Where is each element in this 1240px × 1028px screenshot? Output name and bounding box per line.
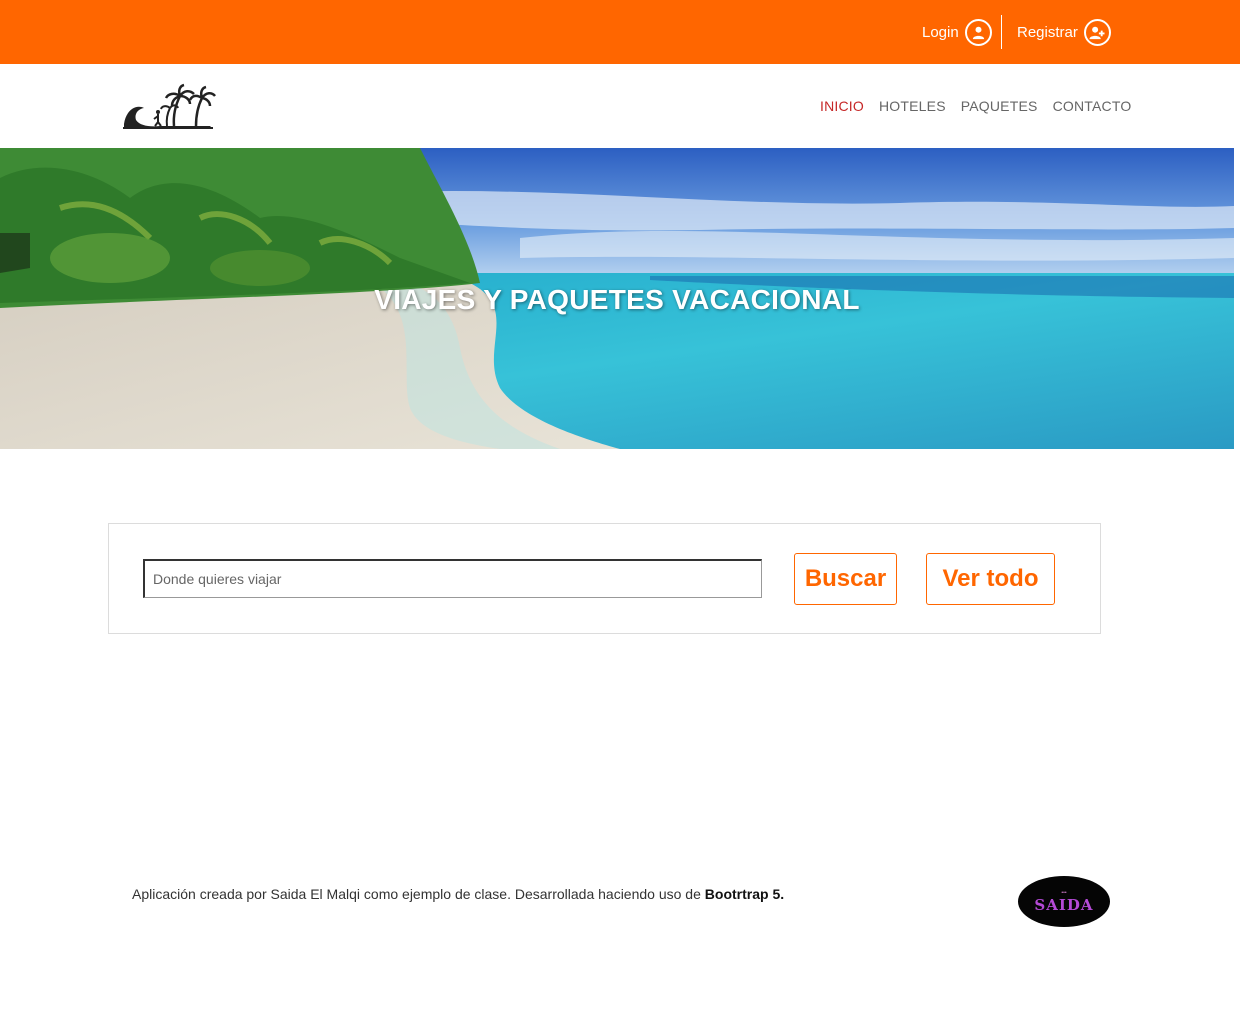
nav-item-hoteles[interactable]: HOTELES — [879, 98, 946, 114]
nav-item-paquetes[interactable]: PAQUETES — [961, 98, 1038, 114]
footer-text-prefix: Aplicación creada por Saida El Malqi com… — [132, 886, 705, 902]
footer-text: Aplicación creada por Saida El Malqi com… — [132, 886, 784, 902]
destination-search-input[interactable] — [143, 559, 762, 598]
search-panel: Buscar Ver todo — [108, 523, 1101, 634]
user-circle-icon — [964, 18, 992, 46]
nav-item-contacto[interactable]: CONTACTO — [1053, 98, 1132, 114]
nav-item-inicio[interactable]: INICIO — [820, 98, 864, 114]
view-all-button[interactable]: Ver todo — [926, 553, 1055, 605]
register-link[interactable]: Registrar — [1017, 17, 1111, 47]
auth-divider — [1001, 15, 1002, 49]
register-label: Registrar — [1017, 23, 1078, 41]
footer-text-bold: Bootrtrap 5. — [704, 886, 785, 902]
search-button[interactable]: Buscar — [794, 553, 897, 605]
top-bar: Login Registrar — [0, 0, 1240, 64]
badge-label: SAIDA — [1034, 895, 1094, 914]
saida-badge-logo: ••• SAIDA — [1018, 876, 1110, 927]
login-link[interactable]: Login — [922, 17, 992, 47]
user-add-circle-icon — [1083, 18, 1111, 46]
hero-title: VIAJES Y PAQUETES VACACIONAL — [374, 284, 860, 315]
beach-palm-logo[interactable] — [120, 82, 216, 132]
nav-menu: INICIO HOTELES PAQUETES CONTACTO — [820, 98, 1146, 114]
login-label: Login — [922, 23, 959, 41]
